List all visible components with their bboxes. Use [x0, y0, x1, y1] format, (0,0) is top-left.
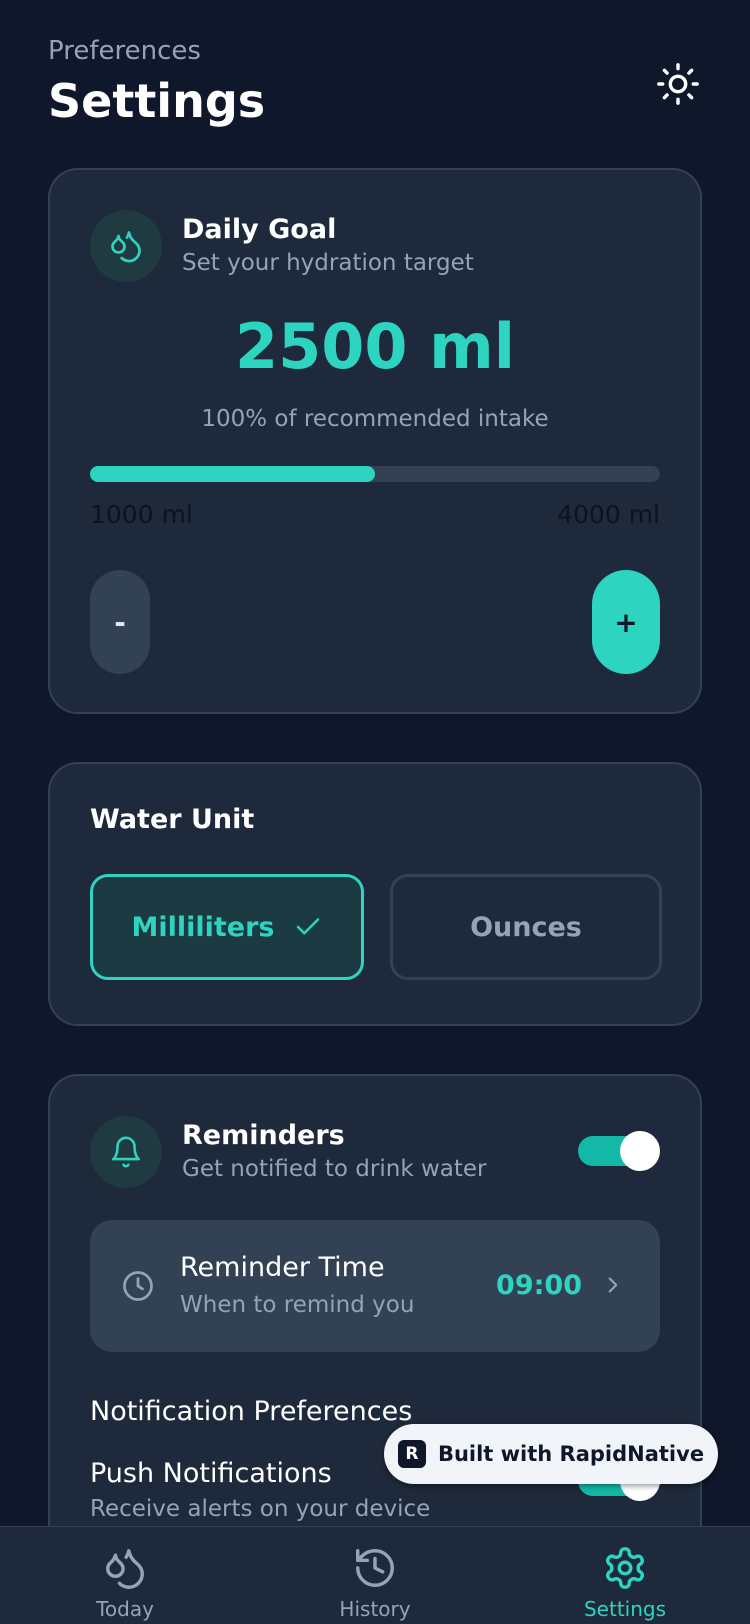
notification-preferences-label: Notification Preferences — [90, 1396, 413, 1427]
sun-icon — [657, 63, 699, 105]
reminder-time-subtitle: When to remind you — [180, 1292, 415, 1318]
unit-option-ounces[interactable]: Ounces — [390, 874, 662, 980]
tab-history[interactable]: History — [300, 1545, 450, 1621]
reminder-time-title: Reminder Time — [180, 1252, 385, 1283]
tab-today[interactable]: Today — [50, 1545, 200, 1621]
unit-option-milliliters[interactable]: Milliliters — [90, 874, 364, 980]
increase-goal-button[interactable]: + — [592, 570, 660, 674]
daily-goal-card: Daily Goal Set your hydration target 250… — [48, 168, 702, 714]
page-title: Settings — [48, 74, 266, 128]
chevron-right-icon — [608, 1277, 618, 1293]
built-with-badge[interactable]: R Built with RapidNative — [384, 1424, 718, 1484]
unit-option-label: Milliliters — [131, 911, 275, 943]
goal-slider[interactable] — [90, 466, 660, 482]
check-icon — [296, 918, 319, 935]
range-min-label: 1000 ml — [90, 500, 193, 529]
history-icon — [356, 1549, 394, 1587]
reminder-time-value: 09:00 — [496, 1270, 582, 1301]
toggle-knob — [620, 1131, 660, 1171]
decrease-goal-button[interactable]: - — [90, 570, 150, 674]
daily-goal-icon-badge — [90, 210, 162, 282]
tab-label: Today — [96, 1597, 154, 1621]
reminder-time-row[interactable]: Reminder Time When to remind you 09:00 — [90, 1220, 660, 1352]
droplets-icon — [111, 231, 141, 263]
tab-settings[interactable]: Settings — [550, 1545, 700, 1621]
tab-bar: Today History Settings — [0, 1526, 750, 1624]
header: Preferences Settings — [48, 36, 702, 128]
push-notifications-title: Push Notifications — [90, 1458, 332, 1489]
goal-percent-text: 100% of recommended intake — [201, 406, 549, 432]
bell-icon — [111, 1136, 141, 1168]
daily-goal-subtitle: Set your hydration target — [182, 250, 474, 276]
gear-icon — [606, 1547, 644, 1589]
tab-label: History — [339, 1597, 411, 1621]
page-eyebrow: Preferences — [48, 36, 201, 66]
daily-goal-title: Daily Goal — [182, 214, 337, 245]
theme-toggle-button[interactable] — [654, 60, 702, 108]
clock-icon — [123, 1271, 153, 1301]
push-notifications-subtitle: Receive alerts on your device — [90, 1496, 431, 1522]
reminders-icon-badge — [90, 1116, 162, 1188]
range-max-label: 4000 ml — [557, 500, 660, 529]
goal-slider-fill — [90, 466, 375, 482]
water-unit-card: Water Unit Milliliters Ounces — [48, 762, 702, 1026]
badge-text: Built with RapidNative — [437, 1442, 705, 1466]
goal-value: 2500 ml — [235, 310, 515, 383]
reminders-subtitle: Get notified to drink water — [182, 1156, 487, 1182]
droplets-icon — [106, 1549, 144, 1589]
reminders-toggle[interactable] — [578, 1131, 660, 1171]
reminders-title: Reminders — [182, 1120, 345, 1151]
water-unit-title: Water Unit — [90, 804, 255, 835]
unit-option-label: Ounces — [470, 911, 582, 943]
rapidnative-logo-icon: R — [397, 1440, 426, 1468]
tab-label: Settings — [583, 1597, 667, 1621]
